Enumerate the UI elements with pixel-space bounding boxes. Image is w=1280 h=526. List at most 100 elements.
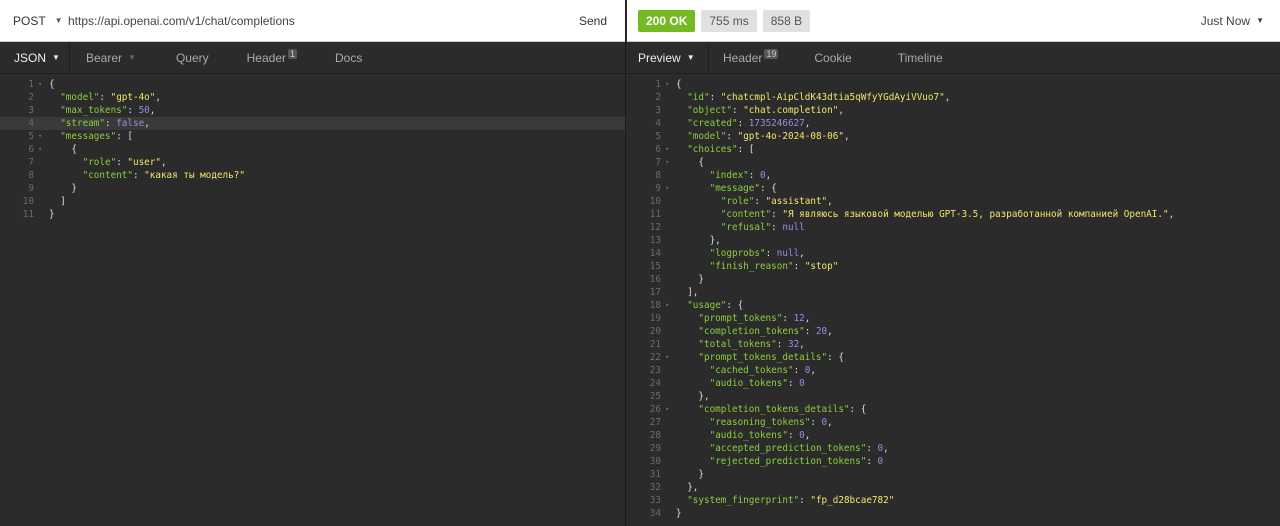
code-token: : [787, 378, 800, 389]
code-token: "finish_reason" [709, 261, 794, 272]
fold-gutter [665, 234, 676, 247]
code-line: 4 "stream": false, [0, 117, 625, 130]
tab-bearer[interactable]: Bearer ▼ [70, 42, 150, 73]
code-token: 1735246627 [748, 118, 805, 129]
code-token: : [793, 261, 805, 272]
send-button[interactable]: Send [579, 14, 625, 28]
line-number: 12 [649, 222, 661, 233]
code-token: , [944, 92, 951, 103]
code-token: }, [676, 482, 699, 493]
line-number: 10 [649, 196, 661, 207]
code-token: , [804, 313, 811, 324]
code-token: "object" [687, 105, 732, 116]
fold-gutter [38, 117, 49, 130]
code-token: null [782, 222, 805, 233]
tab-cookie[interactable]: Cookie [790, 42, 863, 73]
tab-timeline[interactable]: Timeline [864, 42, 955, 73]
code-token: : [765, 248, 777, 259]
code-token: : [737, 118, 749, 129]
line-number: 11 [649, 209, 661, 220]
fold-gutter [38, 208, 49, 221]
tab-header[interactable]: Header 1 [223, 42, 311, 73]
code-line: 14 "logprobs": null, [627, 247, 1280, 260]
line-number: 17 [649, 287, 661, 298]
code-token: : [799, 495, 811, 506]
code-token: "rejected_prediction_tokens" [709, 456, 867, 467]
fold-gutter [665, 325, 676, 338]
tab-preview[interactable]: Preview ▼ [627, 42, 709, 73]
code-token: 0 [877, 456, 884, 467]
line-number: 27 [649, 417, 661, 428]
code-token: 0 [799, 378, 805, 389]
line-number: 8 [655, 170, 661, 181]
header-count-badge: 19 [764, 48, 779, 59]
line-number: 14 [649, 248, 661, 259]
code-token: { [676, 79, 682, 90]
fold-gutter [665, 507, 676, 520]
request-body-editor[interactable]: 1 ▾{2 "model": "gpt-4o", 3 "max_tokens": 5… [0, 74, 625, 221]
fold-toggle-icon[interactable]: ▾ [665, 143, 676, 156]
line-number: 24 [649, 378, 661, 389]
fold-toggle-icon[interactable]: ▾ [665, 78, 676, 91]
fold-toggle-icon[interactable]: ▾ [665, 299, 676, 312]
code-token: : [127, 105, 139, 116]
line-number: 33 [649, 495, 661, 506]
line-number: 7 [28, 157, 34, 168]
tab-label: Header [246, 50, 286, 65]
tab-label: Bearer [86, 50, 123, 65]
code-token: 32 [787, 339, 800, 350]
code-token: , [765, 170, 772, 181]
fold-toggle-icon[interactable]: ▾ [38, 78, 49, 91]
code-text: "role": "user", [49, 156, 167, 169]
code-token: : [726, 131, 738, 142]
code-text: "choices": [ [676, 143, 754, 156]
code-token: 12 [793, 313, 805, 324]
line-number: 4 [655, 118, 661, 129]
line-number: 1 [655, 79, 661, 90]
fold-gutter [665, 117, 676, 130]
code-token: "messages" [60, 131, 117, 142]
history-dropdown[interactable]: Just Now ▼ [1201, 14, 1280, 28]
code-text: "id": "chatcmpl-AipCldK43dtia5qWfyYGdAyi… [676, 91, 950, 104]
fold-gutter [38, 156, 49, 169]
header-count-badge: 1 [288, 48, 298, 59]
fold-toggle-icon[interactable]: ▾ [38, 130, 49, 143]
code-line: 2 "model": "gpt-4o", [0, 91, 625, 104]
tab-response-header[interactable]: Header 19 [709, 42, 790, 73]
fold-toggle-icon[interactable]: ▾ [665, 156, 676, 169]
code-line: 19 "prompt_tokens": 12, [627, 312, 1280, 325]
code-text: "finish_reason": "stop" [676, 260, 839, 273]
tab-json[interactable]: JSON ▼ [0, 42, 70, 73]
line-number: 30 [649, 456, 661, 467]
line-number: 20 [649, 326, 661, 337]
tab-docs[interactable]: Docs [311, 42, 376, 73]
code-text: { [676, 78, 682, 91]
code-line: 27 "reasoning_tokens": 0, [627, 416, 1280, 429]
fold-gutter [665, 468, 676, 481]
tab-query[interactable]: Query [150, 42, 223, 73]
url-input[interactable]: https://api.openai.com/v1/chat/completio… [60, 14, 579, 28]
code-token: "role" [720, 196, 755, 207]
code-token: "system_fingerprint" [687, 495, 800, 506]
code-token: , [843, 131, 850, 142]
code-text: "total_tokens": 32, [676, 338, 804, 351]
code-line: 5 "model": "gpt-4o-2024-08-06", [627, 130, 1280, 143]
fold-toggle-icon[interactable]: ▾ [665, 182, 676, 195]
fold-toggle-icon[interactable]: ▾ [38, 143, 49, 156]
fold-toggle-icon[interactable]: ▾ [665, 351, 676, 364]
method-select[interactable]: POST ▼ [0, 14, 63, 28]
fold-toggle-icon[interactable]: ▾ [665, 403, 676, 416]
code-token: 50 [138, 105, 150, 116]
code-token: "content" [82, 170, 133, 181]
code-line: 8 "index": 0, [627, 169, 1280, 182]
code-text: } [676, 507, 682, 520]
code-line: 12 "refusal": null [627, 221, 1280, 234]
